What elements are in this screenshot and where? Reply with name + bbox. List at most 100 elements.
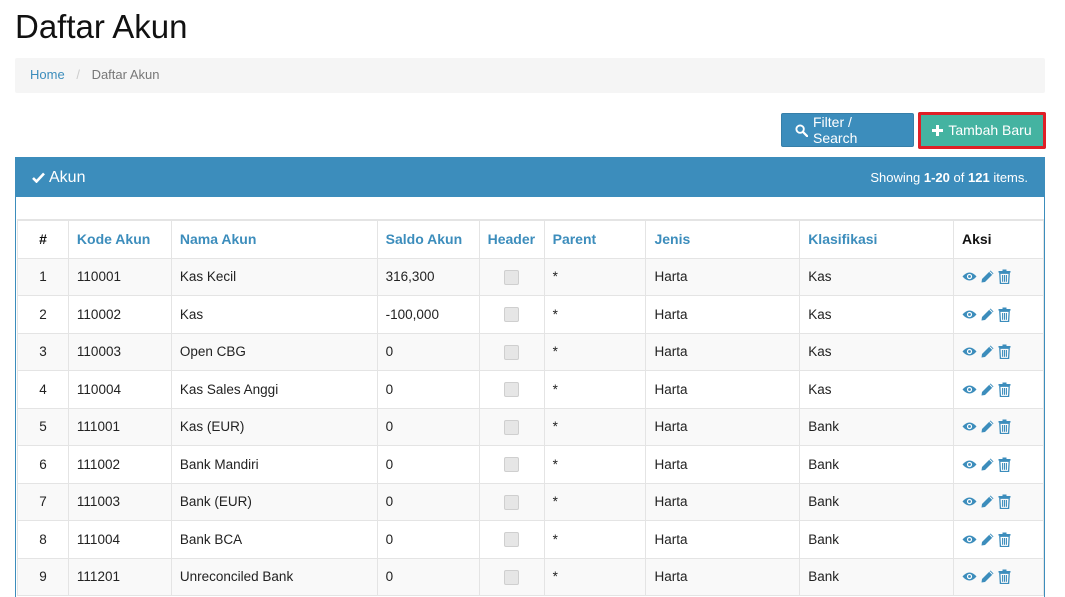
- row-actions: [962, 344, 1035, 360]
- eye-icon[interactable]: [962, 309, 977, 320]
- header-checkbox[interactable]: [504, 269, 520, 285]
- kode-akun-cell: 110002: [67, 295, 172, 334]
- column-header-saldo-akun[interactable]: Saldo Akun: [376, 219, 480, 259]
- nama-akun-cell: Kas: [170, 295, 378, 334]
- header-checkbox[interactable]: [504, 457, 520, 473]
- breadcrumb-home-link[interactable]: Home: [30, 67, 65, 82]
- table-row: 8 111004 Bank BCA 0 * Harta Bank: [17, 520, 1045, 559]
- trash-icon[interactable]: [998, 569, 1011, 585]
- saldo-akun-cell: 0: [376, 370, 480, 409]
- jenis-cell: Harta: [645, 407, 801, 446]
- header-checkbox[interactable]: [504, 419, 520, 435]
- pencil-icon[interactable]: [980, 269, 995, 284]
- pencil-icon[interactable]: [980, 457, 995, 472]
- row-actions: [962, 494, 1035, 510]
- column-header-nama-akun[interactable]: Nama Akun: [170, 219, 378, 259]
- panel-heading: Akun Showing 1-20 of 121 items.: [16, 158, 1044, 197]
- eye-icon[interactable]: [962, 534, 977, 545]
- row-number: 6: [17, 445, 69, 484]
- trash-icon[interactable]: [998, 307, 1011, 322]
- parent-cell: *: [543, 332, 647, 371]
- column-header-klasifikasi[interactable]: Klasifikasi: [799, 219, 954, 259]
- jenis-cell: Harta: [645, 520, 801, 559]
- aksi-cell: [952, 407, 1045, 446]
- nama-akun-cell: Kas (EUR): [170, 407, 378, 446]
- eye-icon[interactable]: [962, 459, 977, 470]
- jenis-cell: Harta: [645, 257, 801, 296]
- trash-icon[interactable]: [998, 457, 1011, 472]
- klasifikasi-cell: Kas: [799, 295, 954, 334]
- plus-icon: [932, 124, 944, 136]
- eye-icon[interactable]: [962, 346, 977, 357]
- pencil-icon[interactable]: [980, 344, 995, 359]
- header-checkbox[interactable]: [504, 382, 520, 398]
- kode-akun-cell: 110004: [67, 370, 172, 409]
- kode-akun-cell: 111003: [67, 482, 172, 521]
- trash-icon[interactable]: [998, 382, 1011, 397]
- parent-cell: *: [543, 407, 647, 446]
- header-checkbox[interactable]: [504, 344, 520, 360]
- eye-icon[interactable]: [962, 384, 977, 395]
- table-row: 2 110002 Kas -100,000 * Harta Kas: [17, 295, 1045, 334]
- row-actions: [962, 532, 1035, 547]
- header-checkbox[interactable]: [504, 494, 520, 510]
- aksi-cell: [952, 445, 1045, 484]
- row-actions: [962, 382, 1035, 397]
- kode-akun-cell: 111002: [67, 445, 172, 484]
- table-row: 7 111003 Bank (EUR) 0 * Harta Bank: [17, 482, 1045, 521]
- header-checkbox[interactable]: [504, 532, 520, 548]
- header-cell: [478, 332, 545, 371]
- kode-akun-cell: 111001: [67, 407, 172, 446]
- trash-icon[interactable]: [998, 532, 1011, 547]
- nama-akun-cell: Bank (EUR): [170, 482, 378, 521]
- trash-icon[interactable]: [998, 344, 1011, 360]
- jenis-cell: Harta: [645, 295, 801, 334]
- aksi-cell: [952, 482, 1045, 521]
- search-icon: [795, 123, 808, 137]
- eye-icon[interactable]: [962, 496, 977, 507]
- row-number: 7: [17, 482, 69, 521]
- pencil-icon[interactable]: [980, 569, 995, 584]
- saldo-akun-cell: 0: [376, 407, 480, 446]
- aksi-cell: [952, 295, 1045, 334]
- row-number: 3: [17, 332, 69, 371]
- kode-akun-cell: 111004: [67, 520, 172, 559]
- pencil-icon[interactable]: [980, 382, 995, 397]
- header-cell: [478, 482, 545, 521]
- eye-icon[interactable]: [962, 421, 977, 432]
- pencil-icon[interactable]: [980, 307, 995, 322]
- filter-search-button[interactable]: Filter / Search: [781, 113, 914, 147]
- pencil-icon[interactable]: [980, 532, 995, 547]
- saldo-akun-cell: 316,300: [376, 257, 480, 296]
- pencil-icon[interactable]: [980, 494, 995, 509]
- header-cell: [478, 520, 545, 559]
- row-actions: [962, 569, 1035, 585]
- trash-icon[interactable]: [998, 269, 1011, 285]
- trash-icon[interactable]: [998, 419, 1011, 435]
- row-actions: [962, 457, 1035, 472]
- aksi-cell: [952, 257, 1045, 296]
- row-number: 4: [17, 370, 69, 409]
- pencil-icon[interactable]: [980, 419, 995, 434]
- column-header-header[interactable]: Header: [478, 219, 545, 259]
- header-checkbox[interactable]: [504, 307, 520, 323]
- header-checkbox[interactable]: [504, 569, 520, 585]
- saldo-akun-cell: 0: [376, 445, 480, 484]
- row-actions: [962, 307, 1035, 322]
- column-header-parent[interactable]: Parent: [543, 219, 647, 259]
- klasifikasi-cell: Bank: [799, 445, 954, 484]
- klasifikasi-cell: Bank: [799, 520, 954, 559]
- eye-icon[interactable]: [962, 271, 977, 282]
- column-header-kode-akun[interactable]: Kode Akun: [67, 219, 172, 259]
- eye-icon[interactable]: [962, 571, 977, 582]
- check-icon: [32, 172, 45, 183]
- table-row: 5 111001 Kas (EUR) 0 * Harta Bank: [17, 407, 1045, 446]
- nama-akun-cell: Bank BCA: [170, 520, 378, 559]
- column-header-jenis[interactable]: Jenis: [645, 219, 801, 259]
- nama-akun-cell: Open CBG: [170, 332, 378, 371]
- table-row: 3 110003 Open CBG 0 * Harta Kas: [17, 332, 1045, 371]
- tambah-baru-button[interactable]: Tambah Baru: [918, 111, 1046, 149]
- parent-cell: *: [543, 482, 647, 521]
- trash-icon[interactable]: [998, 494, 1011, 510]
- table-header-row: # Kode Akun Nama Akun Saldo Akun Header …: [17, 219, 1045, 259]
